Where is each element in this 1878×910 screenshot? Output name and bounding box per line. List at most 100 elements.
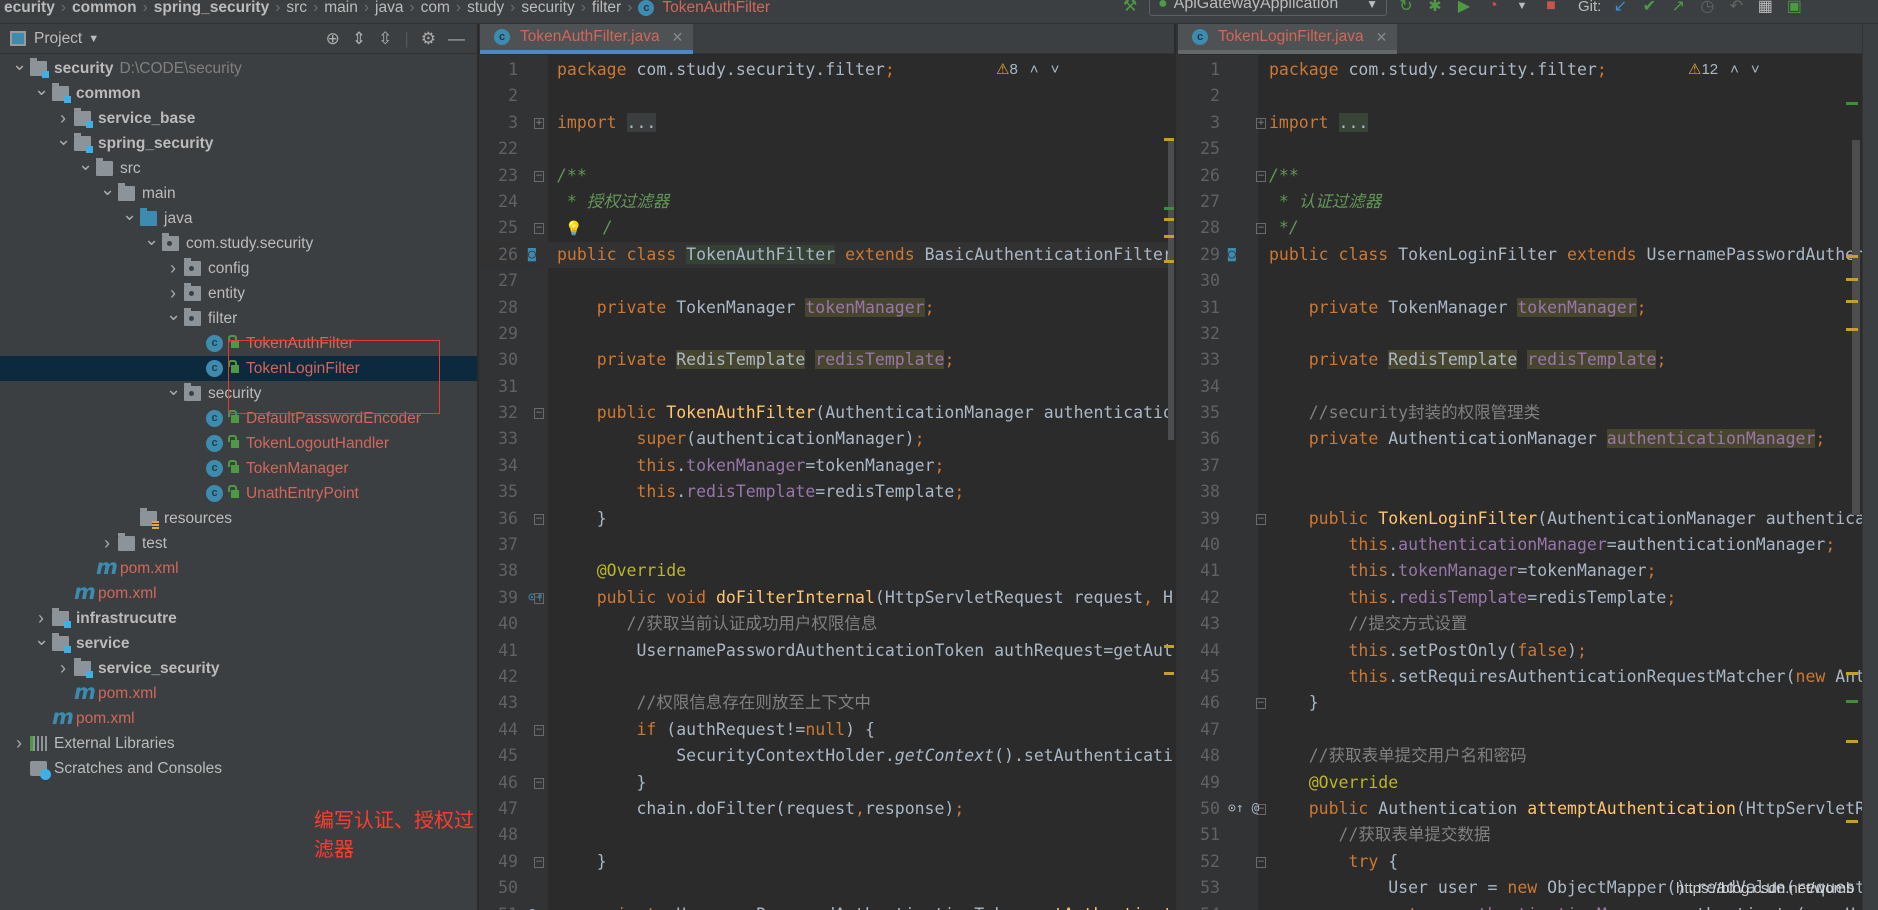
fold-collapse-icon[interactable]: −	[534, 592, 544, 604]
scrollbar[interactable]	[1168, 140, 1174, 440]
stripe-mark[interactable]	[1164, 672, 1174, 675]
tree-item[interactable]: ⌄ main	[0, 179, 477, 206]
fold-collapse-icon[interactable]: −	[1256, 223, 1266, 235]
tree-item[interactable]: ⌄ security D:\CODE\security	[0, 54, 477, 81]
code-line[interactable]: 36 private AuthenticationManager authent…	[1178, 426, 1862, 452]
fold-collapse-icon[interactable]: −	[534, 724, 544, 736]
tree-item[interactable]: ⌄ java	[0, 204, 477, 231]
tree-item[interactable]: c TokenManager	[0, 456, 477, 481]
fold-collapse-icon[interactable]: −	[534, 408, 544, 420]
code-line[interactable]: 45 SecurityContextHolder.getContext().se…	[480, 743, 1174, 769]
collapse-all-icon[interactable]: ⇳	[378, 29, 392, 49]
code-line[interactable]: 33 private RedisTemplate redisTemplate;	[1178, 347, 1862, 373]
code-line[interactable]: 40 //获取当前认证成功用户权限信息	[480, 611, 1174, 637]
tree-item[interactable]: m pom.xml	[0, 556, 477, 581]
code-line[interactable]: 32 − public TokenAuthFilter(Authenticatio…	[480, 400, 1174, 426]
implemented-class-icon[interactable]: ◙	[1228, 242, 1236, 268]
fold-expand-icon[interactable]: +	[1256, 117, 1266, 129]
code-line[interactable]: 35 this.redisTemplate=redisTemplate;	[480, 479, 1174, 505]
code-line[interactable]: 27 * 认证过滤器	[1178, 189, 1862, 215]
history-icon[interactable]: ◷	[1697, 0, 1717, 16]
code-line[interactable]: 48	[480, 822, 1174, 848]
breadcrumb-item[interactable]: spring_security	[150, 0, 273, 17]
breadcrumb-item[interactable]: java	[371, 0, 407, 17]
tree-item[interactable]: ⌄ src	[0, 154, 477, 181]
code-line[interactable]: 29	[480, 321, 1174, 347]
tree-item[interactable]: › service_security	[0, 656, 477, 681]
chevron-down-icon[interactable]: ⌄	[166, 302, 181, 327]
stripe-mark[interactable]	[1846, 102, 1858, 105]
tree-item[interactable]: › entity	[0, 281, 477, 306]
code-line[interactable]: 26 −/**	[1178, 163, 1862, 189]
stripe-mark[interactable]	[1846, 820, 1858, 823]
code-line[interactable]: 49 − }	[480, 849, 1174, 875]
tree-item[interactable]: resources	[0, 506, 477, 531]
chevron-down-icon[interactable]: ⌄	[12, 52, 27, 77]
code-line[interactable]: 2	[480, 83, 1174, 109]
code-line[interactable]: 31	[480, 374, 1174, 400]
gear-icon[interactable]: ⚙	[421, 29, 436, 49]
stripe-mark[interactable]	[1846, 300, 1858, 303]
commit-icon[interactable]: ✔	[1639, 0, 1659, 16]
code-line[interactable]: 37	[480, 532, 1174, 558]
stripe-mark[interactable]	[1164, 138, 1174, 141]
code-area[interactable]: 1 package com.study.security.filter; 2 3 + im…	[1178, 57, 1862, 910]
code-line[interactable]: 26 ◙ public class TokenAuthFilter extends …	[480, 241, 1174, 269]
code-line[interactable]: 1 package com.study.security.filter;	[1178, 57, 1862, 83]
code-line[interactable]: 36 − }	[480, 506, 1174, 532]
breadcrumb-item[interactable]: study	[463, 0, 508, 17]
code-line[interactable]: 48 //获取表单提交用户名和密码	[1178, 743, 1862, 769]
tree-item[interactable]: › service_base	[0, 106, 477, 131]
fold-collapse-icon[interactable]: −	[1256, 803, 1266, 815]
chevron-down-icon[interactable]: ⌄	[34, 77, 49, 102]
tree-item[interactable]: › config	[0, 256, 477, 281]
code-line[interactable]: 3 + import ...	[1178, 110, 1862, 136]
chevron-down-icon[interactable]: ⌄	[78, 152, 93, 177]
stripe-mark[interactable]	[1164, 207, 1174, 210]
breadcrumb-item[interactable]: common	[68, 0, 141, 17]
code-line[interactable]: 51@− private UsernamePasswordAuthenticat…	[480, 902, 1174, 910]
rerun-icon[interactable]: ↻	[1396, 0, 1416, 16]
breadcrumb-item[interactable]: security	[517, 0, 578, 17]
tree-item[interactable]: ⌄ service	[0, 629, 477, 656]
code-line[interactable]: 25	[1178, 136, 1862, 162]
tree-item[interactable]: Scratches and Consoles	[0, 756, 477, 781]
chevron-right-icon[interactable]: ›	[56, 656, 70, 681]
code-line[interactable]: 24 * 授权过滤器	[480, 189, 1174, 215]
code-line[interactable]: 30 private RedisTemplate redisTemplate;	[480, 347, 1174, 373]
more-run-icon[interactable]: ▼	[1512, 0, 1532, 12]
breadcrumb-item[interactable]: com	[417, 0, 454, 17]
code-line[interactable]: 50	[480, 875, 1174, 901]
stripe-mark[interactable]	[1846, 700, 1858, 703]
stripe-mark[interactable]	[1846, 278, 1858, 281]
breadcrumb-item[interactable]: ecurity	[0, 0, 59, 17]
stripe-mark[interactable]	[1846, 328, 1858, 331]
project-structure-icon[interactable]: ▦	[1755, 0, 1775, 16]
expand-all-icon[interactable]: ⇕	[352, 29, 366, 49]
code-line[interactable]: 51 //获取表单提交数据	[1178, 822, 1862, 848]
editor-token-auth-filter[interactable]: c TokenAuthFilter.java ✕ ⚠8 ˄ ˅ 1 package com.s…	[479, 24, 1174, 910]
fold-collapse-icon[interactable]: −	[534, 513, 544, 525]
override-annotation-icon[interactable]: ⊙↑ @	[1228, 796, 1259, 822]
code-area[interactable]: 1 package com.study.security.filter; 2 3 + im…	[480, 57, 1174, 910]
project-title[interactable]: Project	[34, 30, 82, 48]
fold-collapse-icon[interactable]: −	[534, 170, 544, 182]
code-line[interactable]: 31 private TokenManager tokenManager;	[1178, 295, 1862, 321]
code-line[interactable]: 40 this.authenticationManager=authentica…	[1178, 532, 1862, 558]
code-line[interactable]: 52 − try {	[1178, 849, 1862, 875]
code-line[interactable]: 37	[1178, 453, 1862, 479]
fold-collapse-icon[interactable]: −	[534, 856, 544, 868]
chevron-down-icon[interactable]: ⌄	[34, 627, 49, 652]
code-line[interactable]: 42	[480, 664, 1174, 690]
tree-item[interactable]: ⌄ filter	[0, 304, 477, 331]
chevron-down-icon[interactable]: ▼	[88, 33, 99, 45]
tree-item[interactable]: c UnathEntryPoint	[0, 481, 477, 506]
chevron-right-icon[interactable]: ›	[100, 531, 114, 556]
profile-icon[interactable]: ◔	[1483, 0, 1503, 15]
code-line[interactable]: 25 − 💡 /	[480, 215, 1174, 241]
code-line[interactable]: 30	[1178, 268, 1862, 294]
build-hammer-icon[interactable]: ⚒	[1120, 0, 1140, 16]
chevron-down-icon[interactable]: ⌄	[122, 202, 137, 227]
breadcrumb-item[interactable]: TokenAuthFilter	[658, 0, 774, 17]
code-line[interactable]: 39 ⊙↑ − public void doFilterInternal(HttpS…	[480, 585, 1174, 611]
